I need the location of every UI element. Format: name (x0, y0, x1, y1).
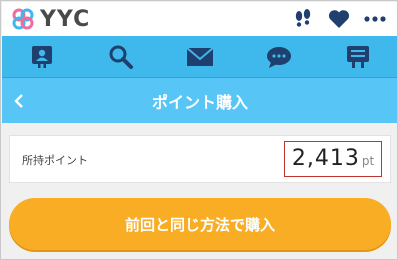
search-icon[interactable] (101, 37, 141, 77)
page-title-bar: ポイント購入 (2, 78, 397, 123)
back-button[interactable] (14, 78, 24, 123)
mail-icon[interactable] (180, 37, 220, 77)
app-header: YYC (2, 2, 397, 36)
heart-icon[interactable] (328, 9, 350, 29)
profile-icon[interactable] (22, 37, 62, 77)
chevron-left-icon (14, 93, 23, 108)
buy-same-method-button[interactable]: 前回と同じ方法で購入 (9, 198, 391, 250)
points-value: 2,413 (291, 146, 360, 171)
points-unit: pt (361, 154, 375, 168)
chat-icon[interactable] (259, 37, 299, 77)
points-card: 所持ポイント 2,413 pt (9, 135, 391, 183)
more-icon[interactable] (364, 15, 386, 23)
buy-button-label: 前回と同じ方法で購入 (124, 215, 275, 234)
points-label: 所持ポイント (22, 154, 88, 167)
footprints-icon[interactable] (292, 8, 314, 30)
app-frame: YYC ポイント購入 所持ポイント 2,413 pt 前回と同じ方法で購入 (0, 0, 398, 260)
app-name: YYC (40, 6, 91, 32)
app-logo[interactable]: YYC (12, 7, 90, 32)
points-display: 2,413 pt (284, 141, 382, 177)
page-title: ポイント購入 (151, 92, 248, 112)
main-nav (2, 36, 397, 78)
header-actions (292, 2, 386, 36)
clover-logo-icon (12, 8, 34, 30)
board-icon[interactable] (338, 37, 378, 77)
